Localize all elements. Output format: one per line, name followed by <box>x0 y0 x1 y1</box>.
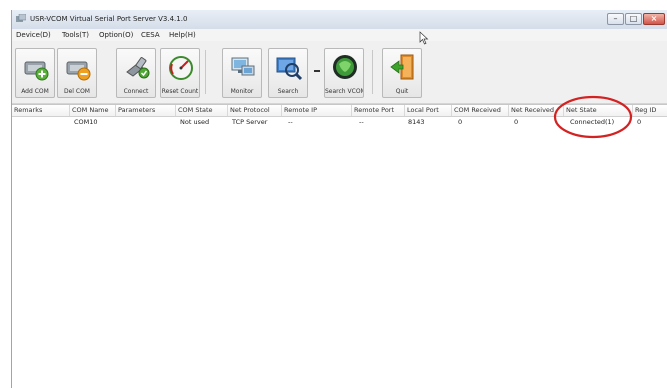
col-com-name[interactable]: COM Name <box>70 105 116 116</box>
toolbar-separator-2 <box>372 50 373 94</box>
cell-net-protocol: TCP Server <box>232 118 268 126</box>
menu-tools[interactable]: Tools(T) <box>62 31 89 39</box>
col-remote-ip[interactable]: Remote IP <box>282 105 352 116</box>
col-remote-port[interactable]: Remote Port <box>352 105 405 116</box>
app-icon <box>16 14 26 22</box>
add-com-icon <box>24 61 49 81</box>
cell-com-name: COM10 <box>74 118 98 126</box>
reset-count-icon <box>169 56 193 80</box>
cell-reg-id: 0 <box>637 118 642 126</box>
highlight-circle <box>553 95 633 139</box>
cell-com-received: 0 <box>458 118 463 126</box>
minimize-button[interactable]: – <box>607 13 624 25</box>
close-icon: × <box>650 14 658 23</box>
connect-label: Connect <box>123 88 149 95</box>
connect-icon <box>126 57 150 79</box>
col-parameters[interactable]: Parameters <box>116 105 176 116</box>
add-com-label: Add COM <box>21 88 49 95</box>
del-com-button[interactable]: Del COM <box>57 48 97 98</box>
add-com-button[interactable]: Add COM <box>15 48 55 98</box>
title-bar[interactable]: USR-VCOM Virtual Serial Port Server V3.4… <box>12 10 667 29</box>
monitor-icon <box>231 57 255 76</box>
reset-count-label: Reset Count <box>161 88 199 95</box>
window-title: USR-VCOM Virtual Serial Port Server V3.4… <box>30 15 188 23</box>
menu-option[interactable]: Option(O) <box>99 31 133 39</box>
toolbar-separator <box>205 50 206 94</box>
menu-cesa[interactable]: CESA <box>141 31 160 39</box>
quit-icon <box>390 54 414 80</box>
cell-remote-port: -- <box>359 118 364 126</box>
menu-device[interactable]: Device(D) <box>16 31 51 39</box>
close-button[interactable]: × <box>643 13 665 25</box>
del-com-icon <box>66 61 91 81</box>
col-local-port[interactable]: Local Port <box>405 105 452 116</box>
col-com-state[interactable]: COM State <box>176 105 228 116</box>
maximize-button[interactable]: □ <box>625 13 642 25</box>
toolbar-dash <box>314 70 320 72</box>
monitor-label: Monitor <box>230 88 254 95</box>
menu-help[interactable]: Help(H) <box>169 31 196 39</box>
col-com-received[interactable]: COM Received <box>452 105 509 116</box>
maximize-icon: □ <box>629 14 638 23</box>
col-net-protocol[interactable]: Net Protocol <box>228 105 282 116</box>
reset-count-button[interactable]: Reset Count <box>160 48 200 98</box>
monitor-button[interactable]: Monitor <box>222 48 262 98</box>
mouse-cursor-icon <box>419 31 429 45</box>
quit-button[interactable]: Quit <box>382 48 422 98</box>
search-vcom-icon <box>333 55 357 79</box>
del-com-label: Del COM <box>64 88 90 95</box>
com-table: Remarks COM Name Parameters COM State Ne… <box>12 104 667 389</box>
cell-com-state: Not used <box>180 118 210 126</box>
cell-local-port: 8143 <box>408 118 425 126</box>
minimize-icon: – <box>613 14 618 23</box>
search-icon <box>276 57 303 81</box>
cell-parameters <box>116 117 176 127</box>
search-vcom-label: Search VCOM <box>325 88 363 95</box>
menu-bar: Device(D) Tools(T) Option(O) CESA Help(H… <box>12 29 667 41</box>
col-reg-id[interactable]: Reg ID <box>633 105 667 116</box>
search-label: Search <box>277 88 299 95</box>
search-button[interactable]: Search <box>268 48 308 98</box>
application-window: USR-VCOM Virtual Serial Port Server V3.4… <box>11 10 667 389</box>
cell-remote-ip: -- <box>288 118 293 126</box>
cell-remarks <box>12 117 70 127</box>
col-remarks[interactable]: Remarks <box>12 105 70 116</box>
search-vcom-button[interactable]: Search VCOM <box>324 48 364 98</box>
connect-button[interactable]: Connect <box>116 48 156 98</box>
quit-label: Quit <box>395 88 409 95</box>
